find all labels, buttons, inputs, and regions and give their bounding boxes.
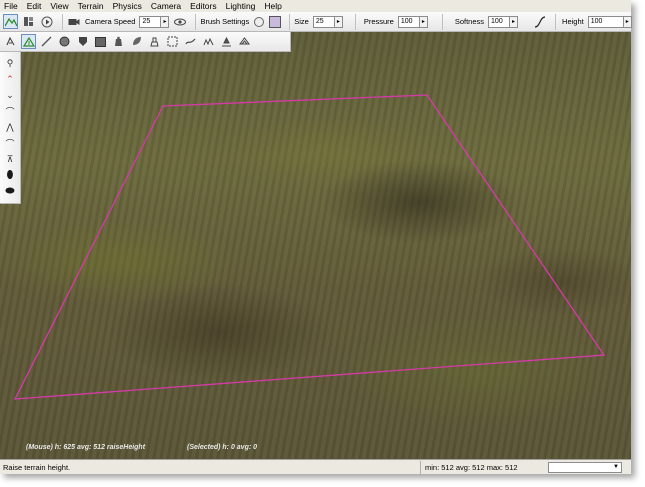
bucket-icon[interactable]: [111, 34, 126, 49]
camera-speed-label: Camera Speed: [85, 17, 136, 26]
eye-icon[interactable]: [172, 14, 187, 29]
brush-shape-circle[interactable]: [254, 16, 265, 27]
raise-height-icon[interactable]: [21, 34, 36, 49]
menu-edit[interactable]: Edit: [27, 0, 42, 12]
image-icon[interactable]: [93, 34, 108, 49]
leaf-icon[interactable]: [129, 34, 144, 49]
height-spinner[interactable]: ▸: [623, 15, 632, 28]
toolbar-separator: [62, 13, 63, 30]
size-spinner[interactable]: ▸: [334, 15, 343, 28]
toolbar-separator: [354, 13, 356, 30]
status-dropdown[interactable]: ▼: [548, 461, 622, 473]
falloff-curve-icon[interactable]: [532, 14, 547, 29]
stamp-icon[interactable]: [147, 34, 162, 49]
adjust-tool-icon[interactable]: ⊼: [3, 152, 18, 166]
shield-icon[interactable]: [75, 34, 90, 49]
main-toolbar: Camera Speed 25 ▸ Brush Settings Size 25…: [0, 12, 632, 32]
pressure-label: Pressure: [363, 17, 394, 26]
side-toolbar: ⚲ ⌃ ⌄ ⌒ ⋀ ⌒ ⊼ ⬮ ⬬: [0, 52, 21, 204]
menu-lighting[interactable]: Lighting: [226, 0, 256, 12]
grid-select-icon[interactable]: [165, 34, 180, 49]
globe-icon[interactable]: [57, 34, 72, 49]
smooth-side-icon[interactable]: ⌒: [3, 104, 18, 118]
menu-editors[interactable]: Editors: [190, 0, 216, 12]
terrain-viewport[interactable]: (Mouse) h: 625 avg: 512 raiseHeight (Sel…: [0, 32, 631, 459]
brush-color-swatch[interactable]: [269, 15, 282, 28]
pressure-spinner[interactable]: ▸: [419, 15, 428, 28]
smooth-tool-icon[interactable]: [183, 34, 198, 49]
menu-help[interactable]: Help: [264, 0, 281, 12]
size-label: Size: [294, 17, 309, 26]
menu-camera[interactable]: Camera: [151, 0, 181, 12]
camera-icon[interactable]: [66, 14, 81, 29]
mesh-tool-icon[interactable]: [237, 34, 252, 49]
mouse-info-overlay: (Mouse) h: 625 avg: 512 raiseHeight: [26, 444, 146, 451]
height-label: Height: [562, 17, 584, 26]
play-icon[interactable]: [39, 14, 54, 29]
menu-physics[interactable]: Physics: [113, 0, 142, 12]
size-input[interactable]: 25: [312, 15, 335, 28]
toolbar-separator: [195, 13, 197, 30]
camera-speed-spinner[interactable]: ▸: [161, 15, 170, 28]
terrain-tools-toolbar: [0, 32, 291, 52]
softness-spinner[interactable]: ▸: [510, 15, 519, 28]
raise-tool-icon[interactable]: ⌃: [3, 72, 18, 86]
height-input[interactable]: 100: [587, 15, 624, 28]
disk-tool-icon[interactable]: ⬬: [3, 184, 18, 198]
terrain-editor-icon[interactable]: [3, 14, 18, 29]
ridge-tool-icon[interactable]: ⋀: [3, 120, 18, 134]
paint-brush-icon[interactable]: [39, 34, 54, 49]
softness-input[interactable]: 100: [488, 15, 511, 28]
toolbar-separator: [289, 13, 291, 30]
camera-speed-input[interactable]: 25: [139, 15, 162, 28]
noise-tool-icon[interactable]: [201, 34, 216, 49]
curve-tool-icon[interactable]: ⌒: [3, 136, 18, 150]
layout-icon[interactable]: [21, 14, 36, 29]
editor-window: File Edit View Terrain Physics Camera Ed…: [0, 0, 632, 474]
flatten-tool-icon[interactable]: [219, 34, 234, 49]
status-message: Raise terrain height.: [3, 462, 71, 472]
pressure-input[interactable]: 100: [397, 15, 420, 28]
menu-file[interactable]: File: [4, 0, 18, 12]
toolbar-separator: [441, 13, 443, 30]
menu-bar: File Edit View Terrain Physics Camera Ed…: [0, 0, 631, 12]
softness-label: Softness: [454, 17, 485, 26]
hole-tool-icon[interactable]: ⬮: [3, 168, 18, 182]
chevron-down-icon: ▼: [613, 464, 619, 470]
status-bar: Raise terrain height. min: 512 avg: 512 …: [0, 459, 631, 474]
viewport-canvas: [13, 94, 606, 400]
brush-selection-outline: [13, 94, 606, 400]
menu-view[interactable]: View: [50, 0, 68, 12]
lower-tool-icon[interactable]: ⌄: [3, 88, 18, 102]
selected-info-overlay: (Selected) h: 0 avg: 0: [187, 444, 258, 451]
menu-terrain[interactable]: Terrain: [78, 0, 104, 12]
toolbar-separator: [555, 13, 557, 30]
select-object-icon[interactable]: ⚲: [3, 56, 18, 70]
brush-settings-label: Brush Settings: [200, 17, 250, 26]
terrain-select-icon[interactable]: [3, 34, 18, 49]
status-height-stats: min: 512 avg: 512 max: 512: [420, 460, 544, 474]
